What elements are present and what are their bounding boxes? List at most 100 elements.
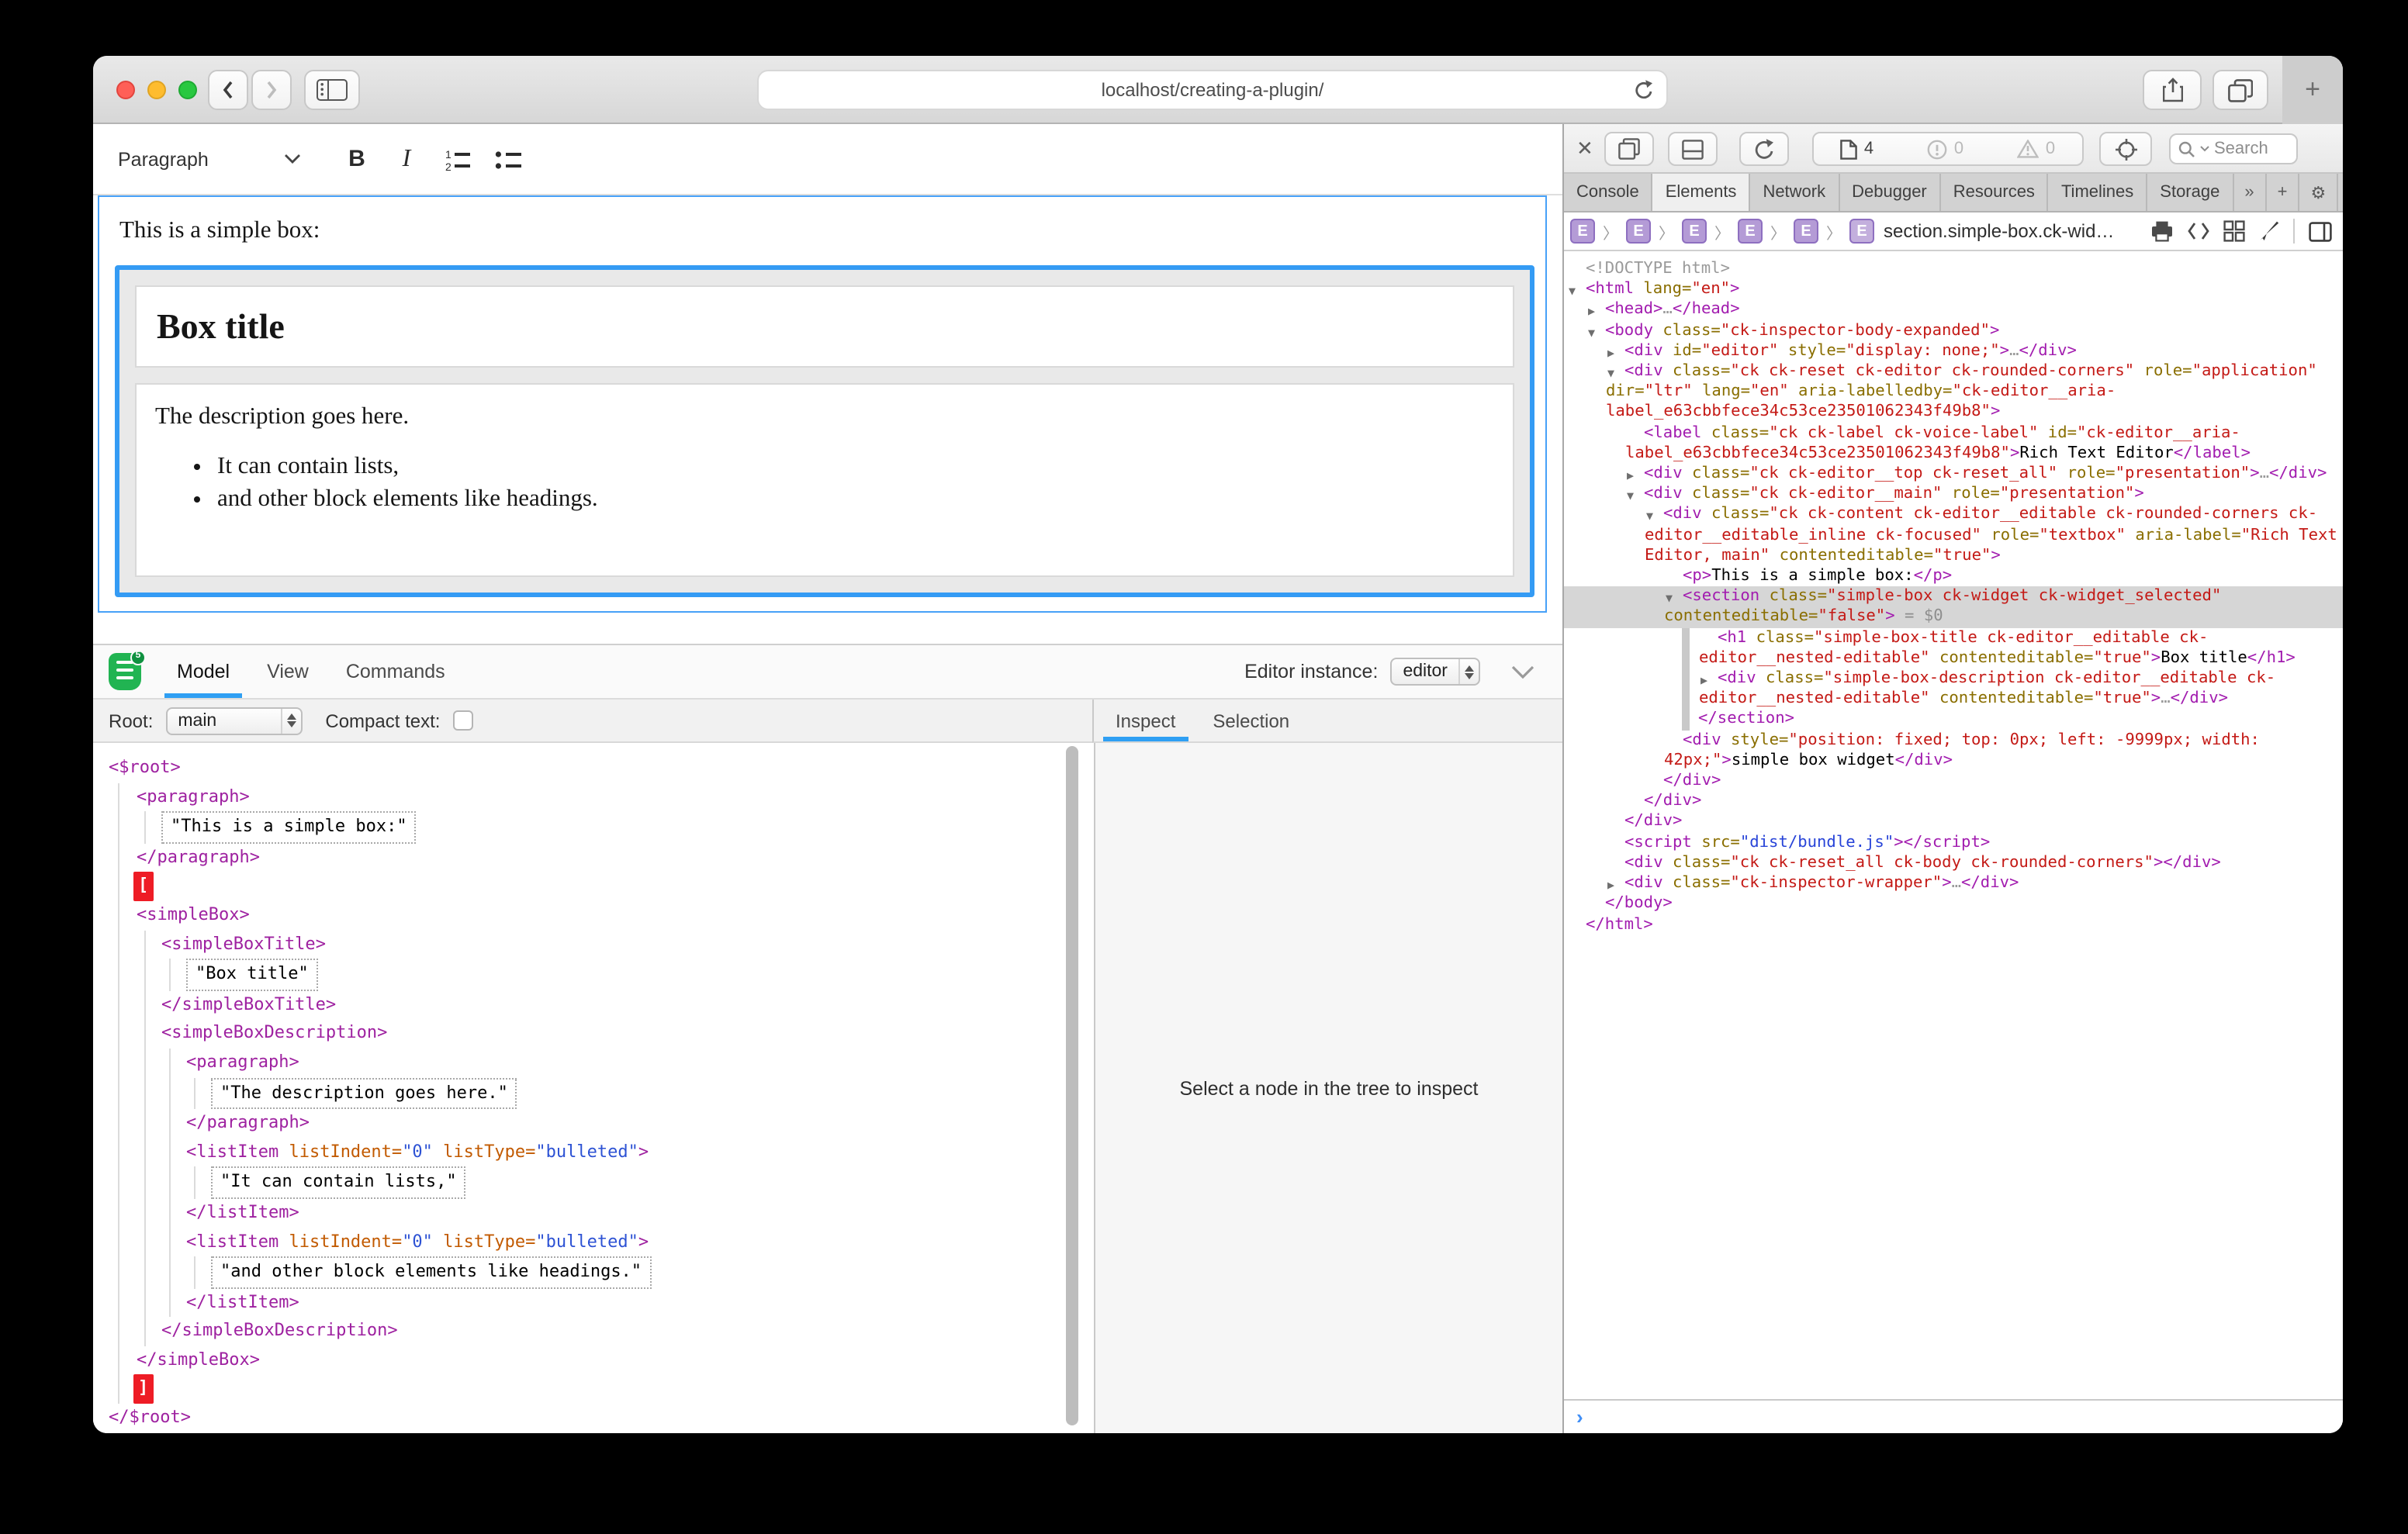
devtools-search-field[interactable]: Search (2169, 133, 2298, 164)
quick-console[interactable]: › (1564, 1399, 2343, 1433)
element-badge[interactable]: E (1849, 219, 1874, 244)
dom-node-line[interactable]: ▶<div class="ck-inspector-wrapper">…</di… (1564, 873, 2343, 893)
model-tree-node[interactable]: "The description goes here." (211, 1077, 1092, 1109)
list-item[interactable]: It can contain lists, (217, 453, 1513, 481)
settings-gear-icon[interactable]: ⚙ (2299, 174, 2338, 211)
close-devtools-icon[interactable]: ✕ (1576, 136, 1593, 161)
simple-box-description-area[interactable]: The description goes here. It can contai… (135, 383, 1514, 577)
dom-node-line[interactable]: </body> (1564, 894, 2343, 914)
model-tree-node[interactable]: <paragraph> (137, 783, 1092, 811)
tab-overview-button[interactable] (2213, 70, 2268, 110)
forward-button[interactable] (251, 70, 292, 110)
rich-text-editable[interactable]: This is a simple box: Box title The desc… (98, 195, 1547, 613)
address-bar[interactable]: localhost/creating-a-plugin/ (757, 70, 1668, 110)
dom-node-line[interactable]: <div class="ck ck-reset_all ck-body ck-r… (1564, 853, 2343, 873)
tab-elements[interactable]: Elements (1653, 174, 1751, 211)
root-select[interactable]: main (165, 707, 302, 734)
italic-button[interactable]: I (385, 137, 428, 181)
reload-page-button[interactable] (1739, 132, 1789, 166)
collapsed-arrow-icon[interactable]: ▶ (1607, 875, 1614, 895)
dom-node-line[interactable]: </div> (1564, 792, 2343, 812)
selection-marker[interactable]: ] (137, 1375, 1092, 1404)
model-tree-node[interactable]: "Box title" (186, 959, 1092, 990)
element-badge[interactable]: E (1682, 219, 1707, 244)
model-tree-node[interactable]: <paragraph> (186, 1049, 1092, 1077)
issues-summary[interactable]: 4 0 0 (1812, 132, 2084, 166)
tab-selection[interactable]: Selection (1194, 700, 1308, 741)
dom-node-line[interactable]: ▼<div class="ck ck-reset ck-editor ck-ro… (1564, 361, 2343, 423)
tab-inspect[interactable]: Inspect (1097, 700, 1194, 741)
model-tree-node[interactable]: <simpleBoxDescription> (161, 1020, 1092, 1049)
element-badge[interactable]: E (1794, 219, 1818, 244)
model-tree-node[interactable]: </listItem> (186, 1288, 1092, 1317)
minimize-window-button[interactable] (147, 81, 166, 99)
dom-node-line[interactable]: ▶<div id="editor" style="display: none;"… (1564, 341, 2343, 361)
model-tree-node[interactable]: </simpleBox> (137, 1346, 1092, 1375)
details-sidebar-icon[interactable] (2309, 221, 2332, 241)
element-picker-button[interactable] (2099, 132, 2152, 166)
paragraph-style-dropdown[interactable]: Paragraph (118, 148, 301, 170)
dom-node-line[interactable]: </html> (1564, 914, 2343, 935)
dom-node-line[interactable]: </section> (1564, 710, 2343, 730)
dom-node-line[interactable]: <!DOCTYPE html> (1564, 259, 2343, 279)
back-button[interactable] (208, 70, 248, 110)
bulleted-list-button[interactable] (487, 137, 531, 181)
dom-node-line[interactable]: <h1 class="simple-box-title ck-editor__e… (1564, 627, 2343, 669)
expanded-arrow-icon[interactable]: ▼ (1588, 322, 1595, 342)
expanded-arrow-icon[interactable]: ▼ (1627, 485, 1634, 506)
model-tree-node[interactable]: <simpleBoxTitle> (161, 930, 1092, 959)
collapsed-arrow-icon[interactable]: ▶ (1588, 302, 1595, 322)
dom-node-line[interactable]: </div> (1564, 812, 2343, 832)
model-tree-node[interactable]: </listItem> (186, 1199, 1092, 1228)
collapsed-arrow-icon[interactable]: ▶ (1700, 670, 1707, 690)
more-tabs-button[interactable]: » (2233, 174, 2266, 211)
collapsed-arrow-icon[interactable]: ▶ (1627, 465, 1634, 485)
dom-node-line[interactable]: ▶<div class="simple-box-description ck-e… (1564, 669, 2343, 710)
model-tree-node[interactable]: "This is a simple box:" (161, 811, 1092, 843)
model-tree-node[interactable]: <listItem listIndent="0" listType="bulle… (186, 1138, 1092, 1166)
dom-node-line[interactable]: ▼<body class="ck-inspector-body-expanded… (1564, 320, 2343, 340)
element-badge[interactable]: E (1626, 219, 1651, 244)
dom-node-line[interactable]: <script src="dist/bundle.js"></script> (1564, 832, 2343, 852)
source-code-icon[interactable] (2188, 222, 2209, 240)
tab-model[interactable]: Model (158, 645, 248, 698)
add-tab-button[interactable]: + (2267, 174, 2300, 211)
bold-button[interactable]: B (335, 137, 379, 181)
model-tree-node[interactable]: </simpleBoxTitle> (161, 991, 1092, 1020)
tab-storage[interactable]: Storage (2147, 174, 2233, 211)
collapsed-arrow-icon[interactable]: ▶ (1607, 343, 1614, 363)
close-window-button[interactable] (116, 81, 135, 99)
print-icon[interactable] (2150, 220, 2174, 242)
element-badge[interactable]: E (1570, 219, 1595, 244)
model-tree-node[interactable]: <simpleBox> (137, 901, 1092, 930)
dom-node-line[interactable]: </div> (1564, 771, 2343, 791)
zoom-window-button[interactable] (178, 81, 197, 99)
grid-overlay-icon[interactable] (2223, 220, 2245, 242)
tab-network[interactable]: Network (1750, 174, 1839, 211)
dom-node-line[interactable]: ▼<html lang="en"> (1564, 279, 2343, 299)
share-button[interactable] (2143, 70, 2202, 110)
numbered-list-button[interactable]: 12 (438, 137, 481, 181)
dom-node-line[interactable]: ▼<div class="ck ck-editor__main" role="p… (1564, 484, 2343, 504)
expanded-arrow-icon[interactable]: ▼ (1646, 506, 1653, 527)
tab-resources[interactable]: Resources (1941, 174, 2049, 211)
model-tree-node[interactable]: </$root> (109, 1404, 1092, 1432)
scrollbar-thumb[interactable] (1066, 746, 1078, 1425)
new-tab-button[interactable]: + (2282, 56, 2343, 124)
breadcrumb-current-node[interactable]: section.simple-box.ck-wid… (1884, 220, 2114, 242)
dom-node-line[interactable]: <label class="ck ck-label ck-voice-label… (1564, 423, 2343, 464)
dom-node-line[interactable]: <p>This is a simple box:</p> (1564, 566, 2343, 586)
model-tree-node[interactable]: "and other block elements like headings.… (211, 1256, 1092, 1288)
sidebar-toggle-button[interactable] (304, 70, 360, 110)
model-tree-node[interactable]: </simpleBoxDescription> (161, 1318, 1092, 1346)
tab-view[interactable]: View (248, 645, 327, 698)
selection-marker[interactable]: [ (137, 872, 1092, 901)
box-title-text[interactable]: Box title (157, 306, 285, 347)
dock-side-button[interactable] (1604, 132, 1654, 166)
tab-timelines[interactable]: Timelines (2049, 174, 2147, 211)
description-text[interactable]: The description goes here. (155, 403, 1513, 431)
selected-dom-node[interactable]: ▼<section class="simple-box ck-widget ck… (1564, 587, 2343, 628)
simple-box-widget[interactable]: Box title The description goes here. It … (115, 265, 1534, 597)
reload-icon[interactable] (1634, 79, 1654, 102)
element-badge[interactable]: E (1738, 219, 1763, 244)
